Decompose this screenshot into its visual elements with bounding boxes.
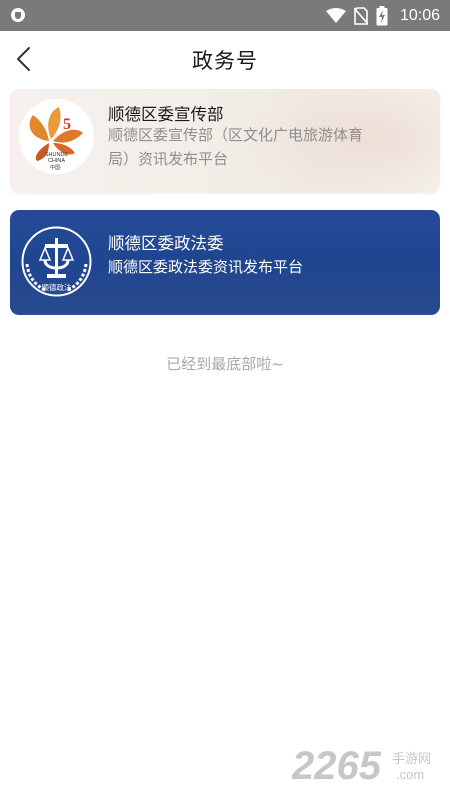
justice-scale-logo-icon: 顺德政法 — [21, 226, 92, 297]
account-name: 顺德区委政法委 — [108, 234, 224, 253]
status-bar: 10:06 — [0, 0, 450, 31]
page-title: 政务号 — [192, 49, 258, 73]
account-description: 顺德区委政法委资讯发布平台 — [108, 258, 304, 276]
account-name: 顺德区委宣传部 — [108, 105, 224, 124]
account-card-propaganda[interactable]: 5 SHUNDE CHINA 中国· 顺德区委宣传部 顺德区委宣传部（区文化广电… — [10, 89, 440, 193]
svg-text:.com: .com — [396, 767, 424, 782]
svg-text:5: 5 — [63, 116, 71, 133]
shunde-propaganda-logo: 5 SHUNDE CHINA 中国· — [19, 99, 94, 174]
svg-text:2265: 2265 — [292, 744, 382, 785]
svg-text:中国·: 中国· — [50, 164, 62, 171]
flower-logo-icon: 5 SHUNDE CHINA 中国· — [19, 99, 94, 174]
battery-charging-icon — [376, 5, 388, 25]
account-description: 顺德区委宣传部（区文化广电旅游体育局）资讯发布平台 — [108, 126, 364, 168]
account-card-politics-law[interactable]: 顺德政法 顺德区委政法委 顺德区委政法委资讯发布平台 — [10, 210, 440, 315]
wifi-icon — [325, 7, 346, 23]
shield-icon — [11, 8, 25, 22]
status-time: 10:06 — [399, 6, 440, 24]
app-header: 政务号 — [0, 31, 450, 87]
svg-text:手游网: 手游网 — [392, 752, 431, 767]
status-icons: 10:06 — [325, 0, 440, 31]
svg-text:顺德政法: 顺德政法 — [42, 282, 72, 292]
no-sim-icon — [353, 6, 368, 25]
end-of-list-tip: 已经到最底部啦~ — [166, 355, 284, 373]
shunde-politics-law-logo: 顺德政法 — [19, 224, 94, 299]
svg-text:CHINA: CHINA — [48, 158, 65, 164]
watermark-logo: 2265 手游网 .com — [292, 744, 431, 785]
